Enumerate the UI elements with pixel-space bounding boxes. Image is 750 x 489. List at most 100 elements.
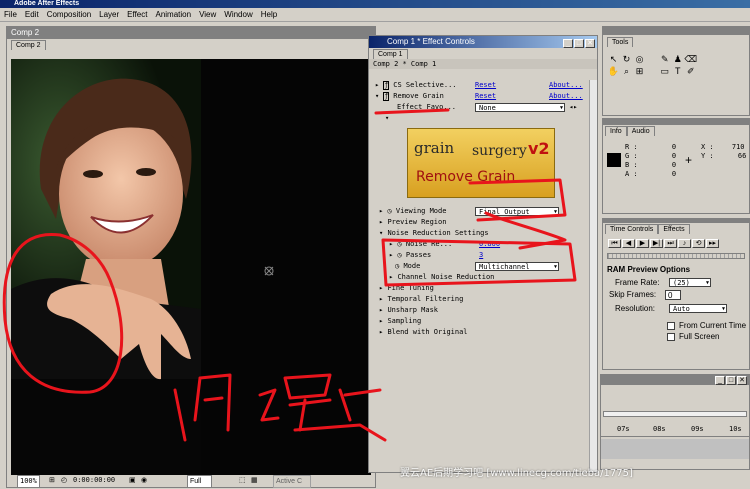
- tab-tools[interactable]: Tools: [607, 37, 634, 47]
- menu-layer[interactable]: Layer: [95, 8, 123, 21]
- first-frame-icon[interactable]: ⏮: [608, 239, 621, 248]
- app-title-bar: Adobe After Effects: [0, 0, 750, 8]
- app-title: Adobe After Effects: [14, 0, 80, 7]
- time-controls-panel: Time Controls Effects ⏮ ◀ ▶ ▶| ⏭ ♪ ⟲ ▸▸ RAM Prev…: [602, 218, 750, 370]
- about-link-cs-selective[interactable]: About...: [549, 80, 583, 91]
- channel-noise-row[interactable]: ▸ Channel Noise Reduction: [371, 272, 597, 283]
- tab-info[interactable]: Info: [605, 126, 627, 136]
- info-color-swatch: [607, 153, 621, 167]
- stamp-tool-icon[interactable]: ♟: [671, 53, 684, 65]
- menu-help[interactable]: Help: [257, 8, 281, 21]
- last-frame-icon[interactable]: ⏭: [664, 239, 677, 248]
- viewing-mode-dropdown[interactable]: Final Output: [475, 207, 559, 216]
- preview-region-row[interactable]: ▸ Preview Region: [371, 217, 597, 228]
- timeline-maximize-button[interactable]: □: [726, 376, 736, 385]
- orbit-tool-icon[interactable]: ◎: [633, 53, 646, 65]
- frame-rate-dropdown[interactable]: (25): [669, 278, 711, 287]
- passes-row: ▸ ◷ Passes 3: [389, 250, 484, 261]
- color-icon[interactable]: ◉: [141, 475, 147, 486]
- tab-audio[interactable]: Audio: [626, 126, 655, 136]
- rectangle-tool-icon[interactable]: ▭: [658, 65, 671, 77]
- timecode[interactable]: 0:00:00:00: [73, 475, 115, 486]
- tab-time-controls[interactable]: Time Controls: [605, 224, 659, 234]
- pen-tool-icon[interactable]: ✎: [658, 53, 671, 65]
- camera-icon[interactable]: ▣: [129, 475, 136, 486]
- tab-effects[interactable]: Effects: [658, 224, 690, 234]
- selection-tool-icon[interactable]: ↖: [607, 53, 620, 65]
- group-unsharp-mask[interactable]: ▸ Unsharp Mask: [371, 305, 597, 316]
- snapshot-icon[interactable]: ◴: [61, 475, 67, 486]
- grid-icon[interactable]: ⊞: [49, 475, 55, 486]
- ram-preview-icon[interactable]: ▸▸: [706, 239, 719, 248]
- eraser-tool-icon[interactable]: ⌫: [684, 53, 697, 65]
- loop-icon[interactable]: ⟲: [692, 239, 705, 248]
- resolution-label: Resolution:: [615, 304, 656, 313]
- group-sampling[interactable]: ▸ Sampling: [371, 316, 597, 327]
- group-blend-with-original[interactable]: ▸ Blend with Original: [371, 327, 597, 338]
- maximize-button[interactable]: □: [574, 39, 584, 48]
- tools-panel: Tools ↖ ↻ ◎ ✎ ♟ ⌫ ✋ ⌕ ⊞ ▭ T ✐: [602, 26, 750, 116]
- brush-tool-icon[interactable]: ✐: [684, 65, 697, 77]
- audio-icon[interactable]: ♪: [678, 239, 691, 248]
- minimize-button[interactable]: _: [563, 39, 573, 48]
- noise-re-value[interactable]: 0.800: [479, 239, 500, 250]
- hand-tool-icon[interactable]: ✋: [607, 65, 620, 77]
- from-current-time-checkbox[interactable]: [667, 322, 675, 330]
- menu-window[interactable]: Window: [220, 8, 256, 21]
- transparency-icon[interactable]: ▦: [251, 475, 258, 486]
- tab-comp-1[interactable]: Comp 1: [373, 49, 408, 59]
- grain-surgery-logo: grain surgery v2 Remove Grain: [407, 128, 555, 198]
- effect-row-remove-grain[interactable]: ▾ ƒ Remove Grain Reset About...: [371, 91, 597, 102]
- tick-10s: 10s: [729, 425, 742, 433]
- zoom-tool-icon[interactable]: ⌕: [620, 65, 633, 77]
- camera-dropdown[interactable]: Active C: [273, 475, 312, 488]
- full-screen-checkbox[interactable]: [667, 333, 675, 341]
- type-tool-icon[interactable]: T: [671, 65, 684, 77]
- pan-behind-tool-icon[interactable]: ⊞: [633, 65, 646, 77]
- menu-composition[interactable]: Composition: [43, 8, 95, 21]
- timeline-minimize-button[interactable]: _: [715, 376, 725, 385]
- zoom-dropdown[interactable]: 100%: [17, 475, 40, 488]
- mode-dropdown[interactable]: Multichannel: [475, 262, 559, 271]
- prev-frame-icon[interactable]: ◀: [622, 239, 635, 248]
- next-frame-icon[interactable]: ▶|: [650, 239, 663, 248]
- play-icon[interactable]: ▶: [636, 239, 649, 248]
- effect-favorites-dropdown[interactable]: None: [475, 103, 565, 112]
- comp-window-title: Comp 2: [7, 27, 375, 39]
- reset-link-remove-grain[interactable]: Reset: [475, 91, 496, 102]
- noise-reduction-settings-row[interactable]: ▾ Noise Reduction Settings: [371, 228, 597, 239]
- timeline-ruler[interactable]: 07s 08s 09s 10s: [601, 425, 749, 437]
- about-link-remove-grain[interactable]: About...: [549, 91, 583, 102]
- menu-view[interactable]: View: [195, 8, 220, 21]
- roi-icon[interactable]: ⬚: [239, 475, 246, 486]
- jog-slider[interactable]: [607, 253, 745, 259]
- timeline-close-button[interactable]: ✕: [737, 376, 747, 385]
- comp-viewer[interactable]: [11, 59, 371, 477]
- logo-version-text: v2: [528, 139, 550, 158]
- skip-frames-input[interactable]: 0: [665, 290, 681, 300]
- reset-link-cs-selective[interactable]: Reset: [475, 80, 496, 91]
- tick-07s: 07s: [617, 425, 630, 433]
- menu-bar: File Edit Composition Layer Effect Animation V…: [0, 8, 750, 22]
- resolution-dropdown[interactable]: Full: [187, 475, 213, 488]
- noise-re-label: Noise Re...: [405, 240, 453, 248]
- tab-comp-2[interactable]: Comp 2: [11, 40, 46, 50]
- favorites-arrows-icon[interactable]: ◂▸: [569, 102, 577, 113]
- resolution-preview-dropdown[interactable]: Auto: [669, 304, 727, 313]
- rotate-tool-icon[interactable]: ↻: [620, 53, 633, 65]
- passes-value[interactable]: 3: [479, 250, 483, 261]
- timeline-tracks[interactable]: [601, 439, 749, 459]
- close-button[interactable]: ✕: [585, 39, 595, 48]
- frame-rate-label: Frame Rate:: [615, 278, 660, 287]
- effect-row-cs-selective[interactable]: ▸ ƒ CS Selective... Reset About...: [371, 80, 597, 91]
- group-fine-tuning[interactable]: ▸ Fine Tuning: [371, 283, 597, 294]
- effect-controls-scrollbar[interactable]: [589, 80, 597, 472]
- menu-effect[interactable]: Effect: [123, 8, 151, 21]
- group-temporal-filtering[interactable]: ▸ Temporal Filtering: [371, 294, 597, 305]
- comp-window: Comp 2 Comp 2 100% ⊞ ◴ 0:00:00:00 ▣ ◉ Fu…: [6, 26, 376, 488]
- info-panel: Info Audio R : 0 G : 0 B : 0 A : 0 + X : …: [602, 118, 750, 214]
- menu-animation[interactable]: Animation: [151, 8, 195, 21]
- menu-file[interactable]: File: [0, 8, 21, 21]
- timeline-navigator[interactable]: [603, 411, 747, 417]
- menu-edit[interactable]: Edit: [21, 8, 43, 21]
